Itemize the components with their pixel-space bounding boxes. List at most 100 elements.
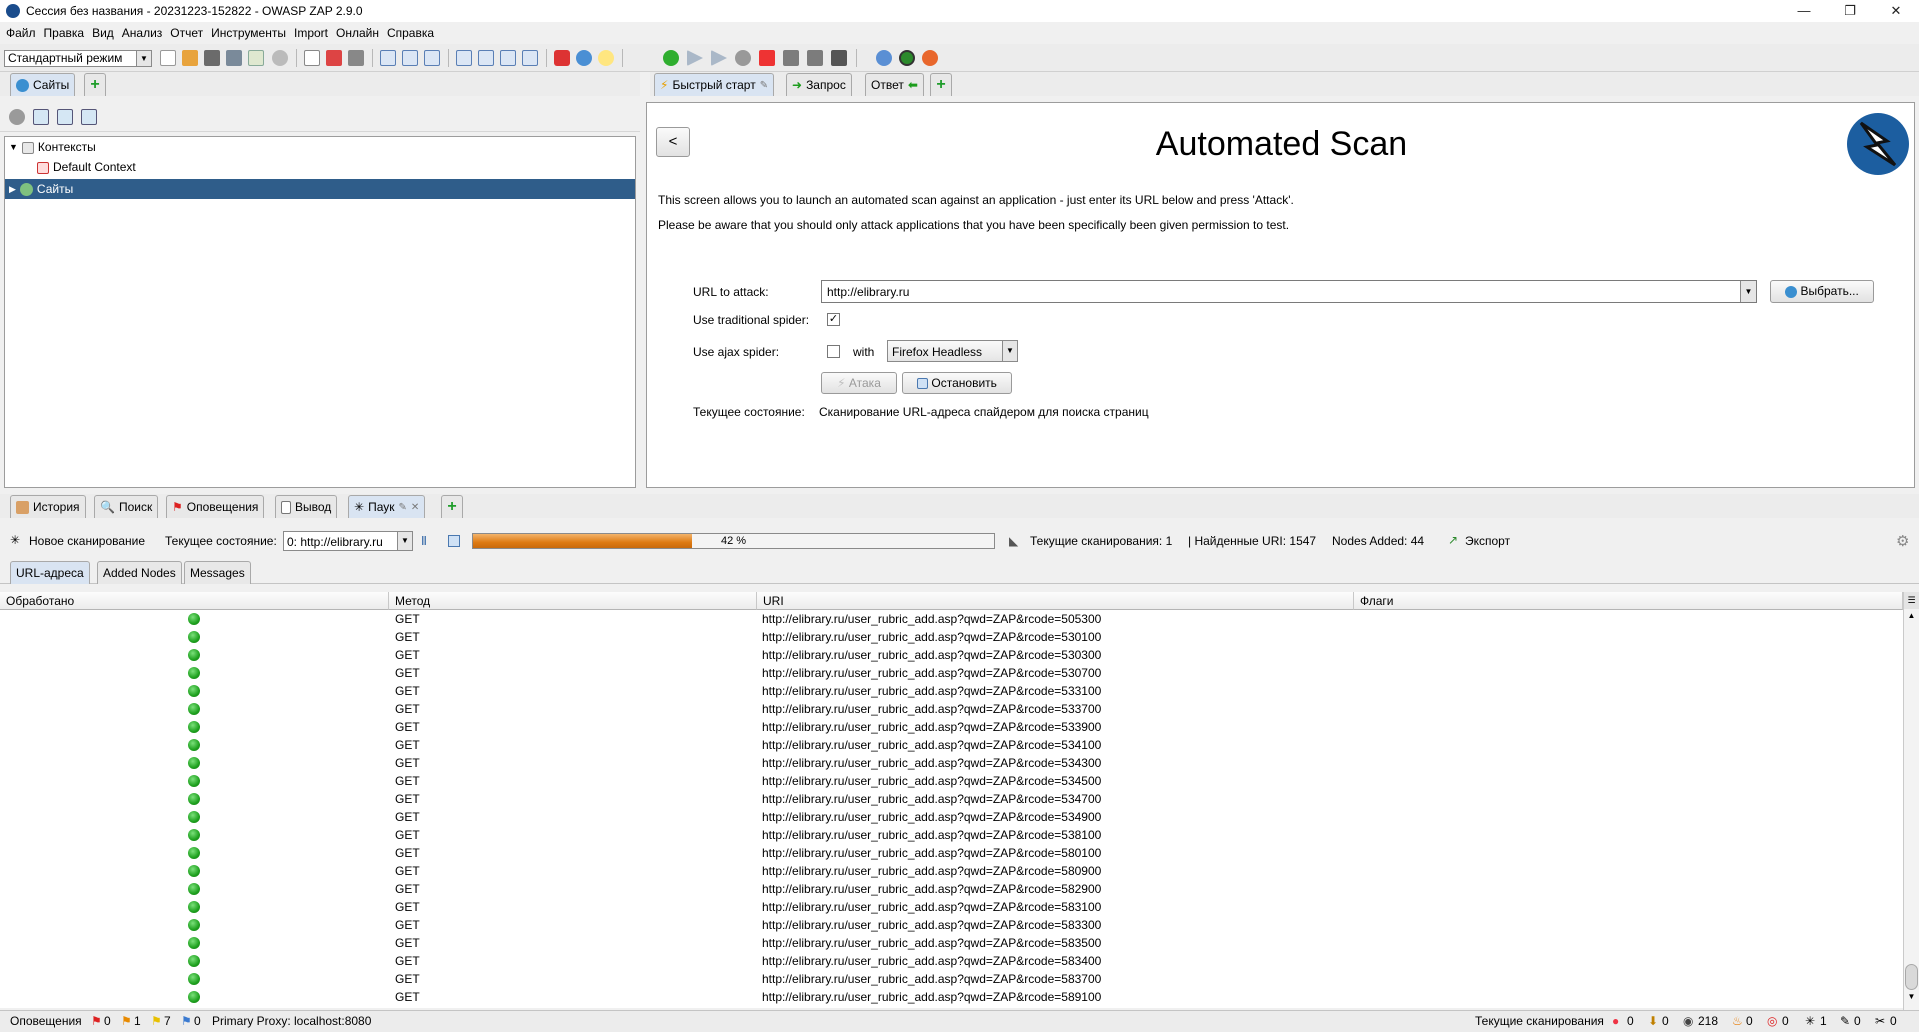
bulb-icon[interactable] [598,50,614,66]
expand-full-icon[interactable] [500,50,516,66]
record-icon[interactable] [899,50,915,66]
export-button[interactable]: Экспорт [1465,534,1510,548]
table-row[interactable]: GET http://elibrary.ru/user_rubric_add.as… [0,646,1903,664]
add-tab-button[interactable]: + [441,495,463,518]
menu-file[interactable]: Файл [6,26,36,40]
help-icon[interactable] [876,50,892,66]
table-row[interactable]: GET http://elibrary.ru/user_rubric_add.as… [0,790,1903,808]
traditional-spider-checkbox[interactable]: ✓ [827,313,840,326]
menu-import[interactable]: Import [294,26,328,40]
pin-icon[interactable]: ✎ [398,497,406,518]
minimize-button[interactable]: — [1781,0,1827,22]
layout-side-icon[interactable] [424,50,440,66]
layout-tabs-icon[interactable] [380,50,396,66]
tab-urls[interactable]: URL-адреса [10,561,90,584]
tab-response[interactable]: Ответ ⬅ [865,73,924,96]
tab-spider[interactable]: ✳ Паук ✎ ✕ [348,495,426,518]
table-row[interactable]: GET http://elibrary.ru/user_rubric_add.as… [0,934,1903,952]
table-scrollbar[interactable]: ☰ ▲ ▼ [1903,592,1919,1010]
column-header-processed[interactable]: Обработано [0,592,389,610]
ajax-spider-checkbox[interactable] [827,345,840,358]
table-row[interactable]: GET http://elibrary.ru/user_rubric_add.as… [0,736,1903,754]
attack-button[interactable]: ⚡ Атака [821,372,897,394]
close-button[interactable]: ✕ [1873,0,1919,22]
stop-button[interactable]: Остановить [902,372,1012,394]
gear-icon[interactable]: ⚙ [1896,532,1909,550]
url-input[interactable]: http://elibrary.ru ▼ [821,280,1757,303]
scan-policy-icon[interactable] [554,50,570,66]
table-row[interactable]: GET http://elibrary.ru/user_rubric_add.as… [0,664,1903,682]
tab-sites[interactable]: Сайты [10,73,76,96]
new-session-icon[interactable] [160,50,176,66]
table-row[interactable]: GET http://elibrary.ru/user_rubric_add.as… [0,718,1903,736]
table-row[interactable]: GET http://elibrary.ru/user_rubric_add.as… [0,808,1903,826]
menu-report[interactable]: Отчет [170,26,203,40]
expand-sites-icon[interactable] [456,50,472,66]
pin-icon[interactable]: ✎ [760,75,768,96]
split-icon[interactable] [522,50,538,66]
tab-alerts[interactable]: ⚑ Оповещения [166,495,265,518]
snapshot-icon[interactable] [226,50,242,66]
table-row[interactable]: GET http://elibrary.ru/user_rubric_add.as… [0,772,1903,790]
column-chooser-icon[interactable]: ☰ [1904,592,1919,609]
table-row[interactable]: GET http://elibrary.ru/user_rubric_add.as… [0,844,1903,862]
table-row[interactable]: GET http://elibrary.ru/user_rubric_add.as… [0,610,1903,628]
save-session-icon[interactable] [204,50,220,66]
export-context-icon[interactable] [81,109,97,125]
tree-node-default-context[interactable]: Default Context [5,159,635,176]
menu-view[interactable]: Вид [92,26,114,40]
firefox-icon[interactable] [922,50,938,66]
new-scan-button[interactable]: Новое сканирование [29,534,145,548]
menu-edit[interactable]: Правка [44,26,85,40]
column-header-flags[interactable]: Флаги [1354,592,1903,610]
tab-quick-start[interactable]: ⚡ Быстрый старт ✎ [654,73,775,96]
delete-icon[interactable] [326,50,342,66]
drop-icon[interactable] [759,50,775,66]
mode-select[interactable]: Стандартный режим ▼ [4,50,152,67]
table-row[interactable]: GET http://elibrary.ru/user_rubric_add.as… [0,754,1903,772]
step-icon[interactable] [687,50,703,66]
maximize-button[interactable]: ❐ [1827,0,1873,22]
menu-analyse[interactable]: Анализ [122,26,163,40]
tab-added-nodes[interactable]: Added Nodes [97,561,182,584]
menu-tools[interactable]: Инструменты [211,26,286,40]
menu-help[interactable]: Справка [387,26,434,40]
import-context-icon[interactable] [57,109,73,125]
add-tab-button[interactable]: + [930,73,952,96]
target-icon[interactable] [9,109,25,125]
table-row[interactable]: GET http://elibrary.ru/user_rubric_add.as… [0,862,1903,880]
table-row[interactable]: GET http://elibrary.ru/user_rubric_add.as… [0,682,1903,700]
stop-icon[interactable] [735,50,751,66]
tab-messages[interactable]: Messages [184,561,251,584]
session-properties-icon[interactable] [248,50,264,66]
play-icon[interactable] [663,50,679,66]
expand-info-icon[interactable] [478,50,494,66]
scan-select[interactable]: 0: http://elibrary.ru ▼ [283,531,413,551]
table-row[interactable]: GET http://elibrary.ru/user_rubric_add.as… [0,916,1903,934]
lock-icon[interactable] [807,50,823,66]
tab-search[interactable]: 🔍 Поиск [94,495,159,518]
table-row[interactable]: GET http://elibrary.ru/user_rubric_add.as… [0,970,1903,988]
tree-node-sites[interactable]: ▶ Сайты [5,179,635,199]
table-row[interactable]: GET http://elibrary.ru/user_rubric_add.as… [0,826,1903,844]
table-row[interactable]: GET http://elibrary.ru/user_rubric_add.as… [0,628,1903,646]
table-row[interactable]: GET http://elibrary.ru/user_rubric_add.as… [0,988,1903,1006]
new-context-icon[interactable] [33,109,49,125]
table-row[interactable]: GET http://elibrary.ru/user_rubric_add.as… [0,898,1903,916]
stop-square-icon[interactable] [448,535,460,547]
window-icon[interactable] [348,50,364,66]
pause-icon[interactable]: ‖ [421,534,427,548]
tab-output[interactable]: Вывод [275,495,338,518]
scrollbar-thumb[interactable] [1905,964,1918,990]
close-icon[interactable]: ✕ [411,497,419,518]
terminal-icon[interactable] [831,50,847,66]
tab-history[interactable]: История [10,495,86,518]
tab-request[interactable]: ➜ Запрос [786,73,852,96]
open-session-icon[interactable] [182,50,198,66]
context-icon[interactable] [304,50,320,66]
table-row[interactable]: GET http://elibrary.ru/user_rubric_add.as… [0,880,1903,898]
scroll-down-icon[interactable]: ▼ [1904,992,1919,1001]
globe-icon[interactable] [576,50,592,66]
table-row[interactable]: GET http://elibrary.ru/user_rubric_add.as… [0,952,1903,970]
layout-full-icon[interactable] [402,50,418,66]
